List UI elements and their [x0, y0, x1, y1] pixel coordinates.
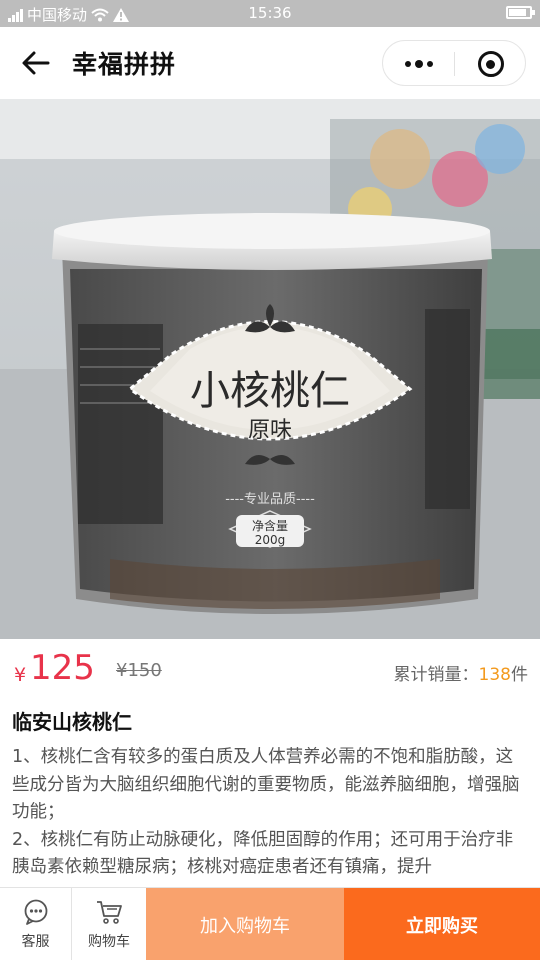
bottom-action-bar: 客服 购物车 加入购物车 立即购买: [0, 887, 540, 960]
chat-bubble-icon: [24, 899, 47, 925]
shopping-cart-icon: [97, 900, 122, 924]
label-flavor: 原味: [248, 418, 292, 443]
product-image-carousel[interactable]: 小核桃仁 原味 ----专业品质---- 净含量 200g: [0, 99, 540, 639]
mini-program-capsule: [382, 40, 526, 86]
page-title: 幸福拼拼: [72, 50, 177, 79]
cart-button[interactable]: 购物车: [73, 888, 145, 960]
nav-bar: 幸福拼拼: [0, 27, 540, 99]
current-price: 125: [30, 648, 95, 688]
customer-service-label: 客服: [21, 933, 50, 950]
status-right: [506, 6, 535, 19]
add-to-cart-button[interactable]: 加入购物车: [146, 888, 344, 960]
status-time: 15:36: [248, 4, 292, 22]
customer-service-button[interactable]: 客服: [0, 888, 72, 960]
currency-symbol: ¥: [14, 664, 27, 686]
product-description: 1、核桃仁含有较多的蛋白质及人体营养必需的不饱和脂肪酸，这些成分皆为大脑组织细胞…: [12, 744, 530, 882]
label-tagline: ----专业品质----: [225, 492, 315, 507]
status-bar: 中国移动 15:36: [0, 0, 540, 27]
more-dots-icon[interactable]: [383, 41, 454, 87]
label-net-value: 200g: [255, 533, 286, 547]
sales-unit: 件: [511, 665, 528, 685]
price-row: ¥ 125 ¥150 累计销量：138件: [0, 640, 540, 702]
product-photo: 小核桃仁 原味 ----专业品质---- 净含量 200g: [0, 99, 540, 639]
sales-number: 138: [478, 665, 511, 685]
battery-icon: [506, 6, 535, 19]
original-price: ¥150: [116, 660, 162, 681]
description-paragraph: 1、核桃仁含有较多的蛋白质及人体营养必需的不饱和脂肪酸，这些成分皆为大脑组织细胞…: [12, 747, 520, 822]
cart-label: 购物车: [88, 933, 130, 950]
product-title: 临安山核桃仁: [12, 710, 132, 734]
sales-label: 累计销量：: [393, 665, 479, 685]
label-product-name: 小核桃仁: [190, 368, 350, 414]
arrow-left-icon[interactable]: [18, 47, 54, 79]
description-paragraph: 2、核桃仁有防止动脉硬化，降低胆固醇的作用；还可用于治疗非胰岛素依赖型糖尿病；核…: [12, 829, 514, 878]
target-circle-icon[interactable]: [455, 41, 526, 87]
label-net-title: 净含量: [252, 518, 288, 533]
buy-now-button[interactable]: 立即购买: [344, 888, 540, 960]
sales-count: 累计销量：138件: [394, 660, 528, 685]
